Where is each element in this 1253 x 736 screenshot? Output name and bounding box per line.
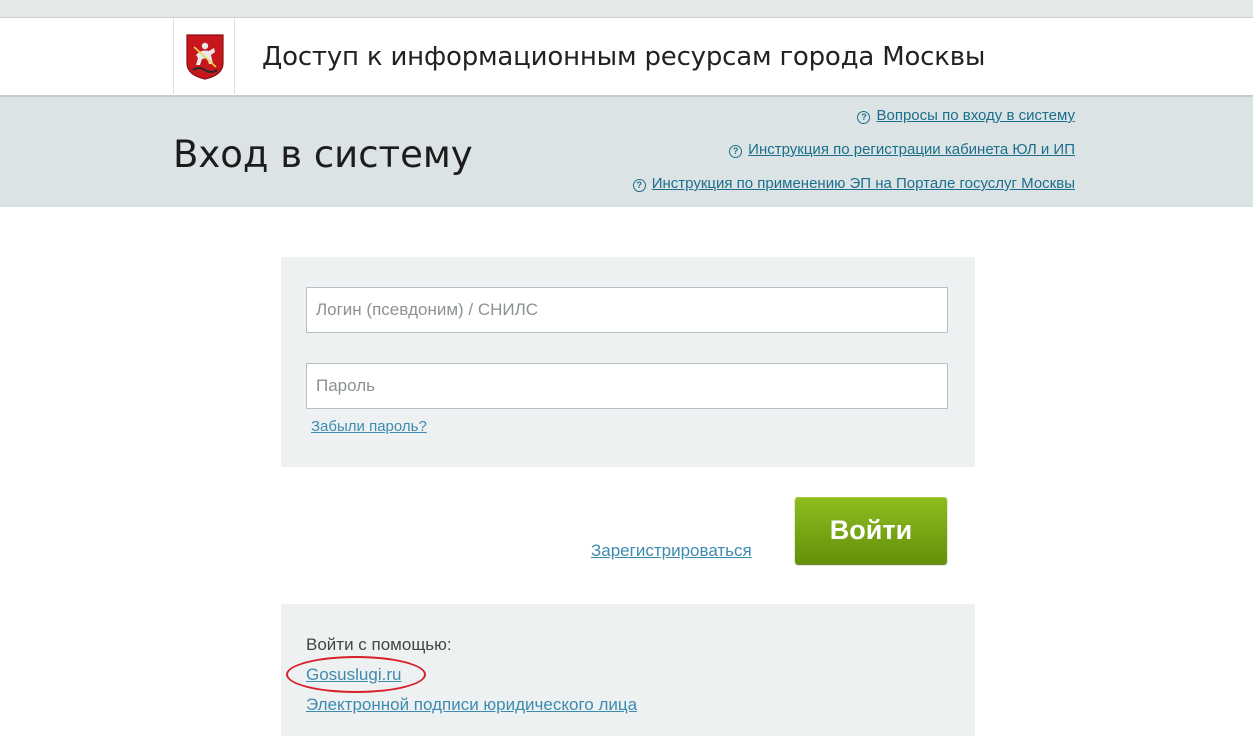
- help-links: ? Вопросы по входу в систему ? Инструкция …: [632, 106, 1075, 208]
- gosuslugi-login-link[interactable]: Gosuslugi.ru: [306, 665, 401, 685]
- alt-login-title: Войти с помощью:: [306, 635, 452, 654]
- login-form-panel: Забыли пароль?: [281, 257, 975, 467]
- ep-login-link[interactable]: Электронной подписи юридического лица: [306, 695, 637, 715]
- register-link[interactable]: Зарегистрироваться: [591, 541, 752, 561]
- alt-login-panel: Войти с помощью: Gosuslugi.ru Электронно…: [281, 604, 975, 736]
- login-button[interactable]: Войти: [795, 497, 947, 564]
- help-link-label: Инструкция по регистрации кабинета ЮЛ и …: [748, 141, 1075, 158]
- help-link-ep-guide[interactable]: ? Инструкция по применению ЭП на Портале …: [632, 174, 1075, 208]
- help-link-login-questions[interactable]: ? Вопросы по входу в систему: [633, 106, 1075, 140]
- login-band: Вход в систему ? Вопросы по входу в систе…: [0, 97, 1253, 207]
- logo[interactable]: [173, 18, 235, 96]
- help-link-registration-guide[interactable]: ? Инструкция по регистрации кабинета ЮЛ и…: [633, 140, 1075, 174]
- question-circle-icon: ?: [857, 111, 871, 124]
- question-circle-icon: ?: [632, 179, 646, 192]
- password-input[interactable]: [306, 363, 948, 409]
- help-link-label: Вопросы по входу в систему: [876, 107, 1075, 124]
- top-strip: [0, 0, 1253, 18]
- forgot-password-link[interactable]: Забыли пароль?: [311, 418, 427, 435]
- page-title: Вход в систему: [173, 133, 473, 176]
- site-header: Доступ к информационным ресурсам города …: [0, 18, 1253, 97]
- login-input[interactable]: [306, 287, 948, 333]
- help-link-label: Инструкция по применению ЭП на Портале г…: [651, 175, 1075, 192]
- question-circle-icon: ?: [729, 145, 743, 158]
- site-title: Доступ к информационным ресурсам города …: [262, 42, 986, 72]
- moscow-coat-of-arms-icon: [186, 34, 224, 80]
